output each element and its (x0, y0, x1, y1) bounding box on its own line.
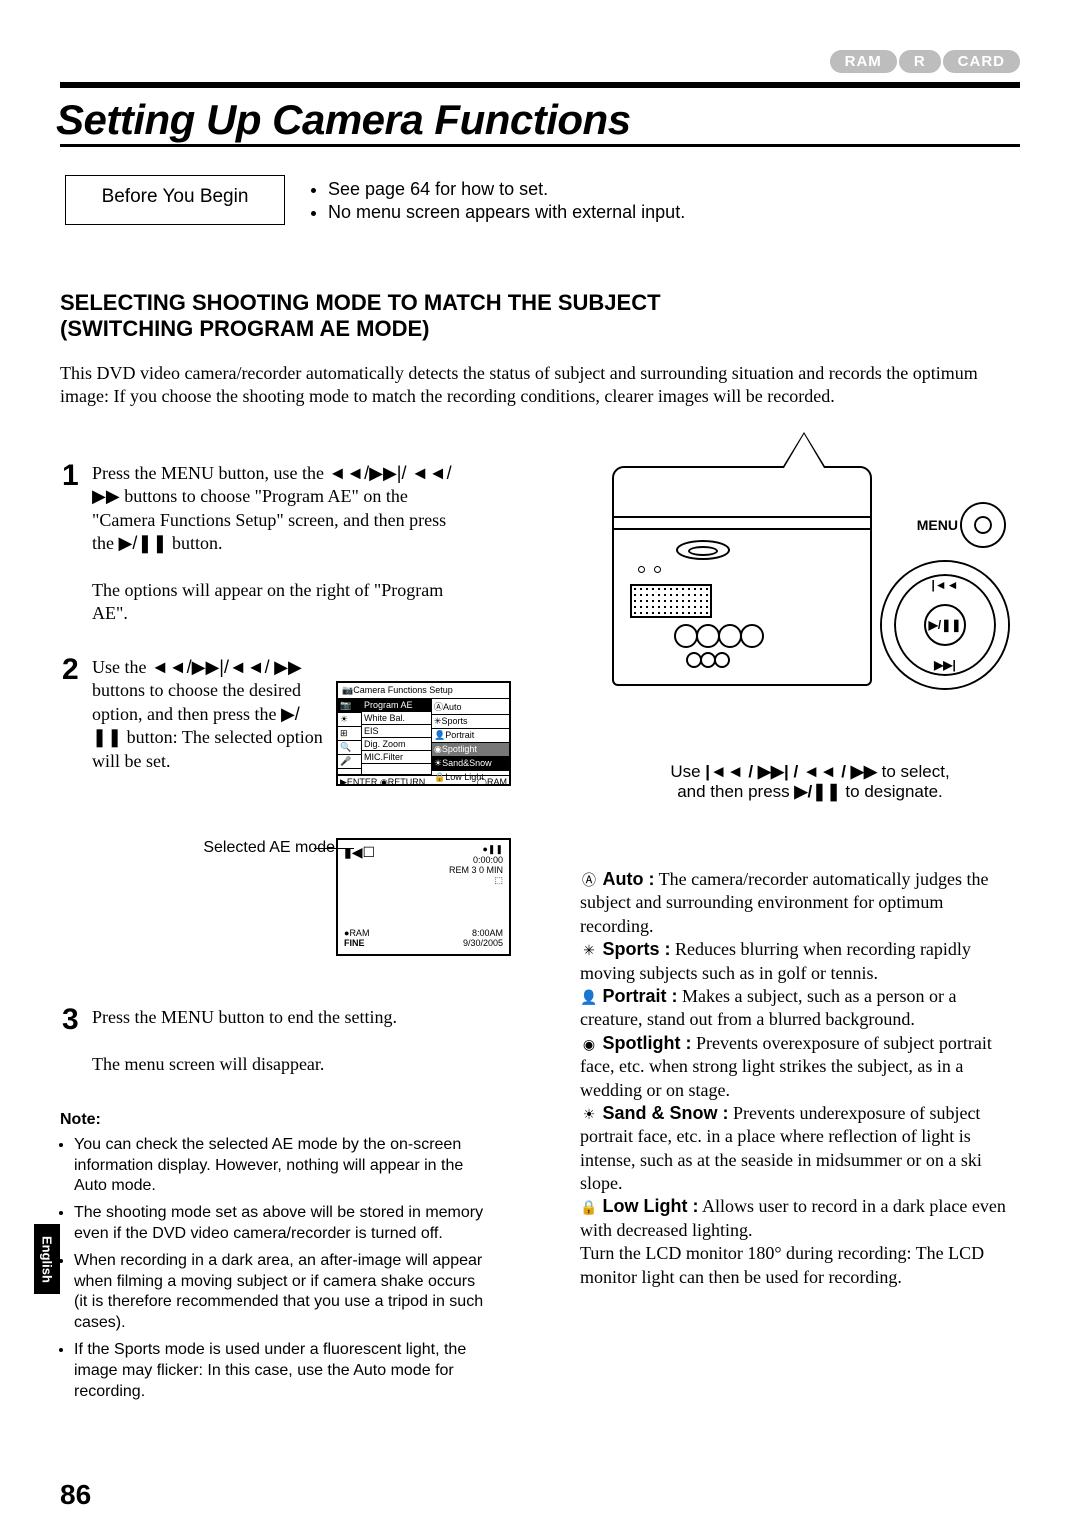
step-2: 2 Use the ◄◄/▶▶|/◄◄/ ▶▶ buttons to choos… (92, 656, 327, 773)
note-item: You can check the selected AE mode by th… (74, 1135, 490, 1197)
next-track-icon: ▶▶| (934, 658, 956, 672)
note-label: Note: (60, 1111, 101, 1128)
menu-button-label: MENU (917, 517, 958, 533)
language-tab: English (34, 1224, 60, 1294)
play-pause-symbol: ▶/❚❚ (119, 533, 168, 553)
osd-bottom-left: ●RAM FINE (344, 928, 369, 948)
step-number: 1 (62, 456, 79, 495)
menu-footer: ▶ENTER ◉RETURN ◯RAM (338, 775, 509, 786)
portrait-mode-name: Portrait : (603, 986, 678, 1006)
step3-p2: The menu screen will disappear. (92, 1054, 324, 1074)
step1-paragraph-2: The options will appear on the right of … (92, 580, 443, 623)
sports-mode-name: Sports : (603, 939, 671, 959)
sandsnow-mode-name: Sand & Snow : (603, 1103, 729, 1123)
intro-paragraph: This DVD video camera/recorder automatic… (60, 362, 1020, 409)
lens-circles (674, 624, 762, 648)
osd-top-right: ●❚❚ 0:00:00 REM 3 0 MIN ⬚ (449, 844, 503, 886)
section-heading: SELECTING SHOOTING MODE TO MATCH THE SUB… (60, 290, 661, 343)
lens-circles-small (686, 652, 728, 668)
page-number: 86 (60, 1479, 91, 1511)
before-bullet: No menu screen appears with external inp… (328, 201, 685, 224)
menu-main-column: Program AE White Bal. EIS Dig. Zoom MIC.… (362, 699, 432, 775)
rule-top (60, 82, 1020, 88)
page-title: Setting Up Camera Functions (56, 96, 631, 144)
step-1: 1 Press the MENU button, use the ◄◄/▶▶|/… (92, 462, 472, 626)
before-you-begin-list: See page 64 for how to set. No menu scre… (308, 178, 685, 225)
media-pill-r: R (899, 50, 941, 73)
step1-text-c: button. (168, 533, 223, 553)
osd-screen-mock: ▮◀☐ ●❚❚ 0:00:00 REM 3 0 MIN ⬚ ●RAM FINE … (336, 838, 511, 956)
note-item: When recording in a dark area, an after-… (74, 1251, 490, 1334)
step1-text-a: Press the MENU button, use the (92, 463, 328, 483)
menu-sub-column: ⒶAuto ✳Sports 👤Portrait ◉Spotlight ☀Sand… (432, 699, 509, 775)
note-item: The shooting mode set as above will be s… (74, 1203, 490, 1245)
media-pill-card: CARD (943, 50, 1020, 73)
manual-page: RAM R CARD Setting Up Camera Functions B… (0, 0, 1080, 1535)
menu-button-callout: MENU (917, 504, 1004, 546)
camera-diagram: MENU |◄◄ ▶/❚❚ ▶▶| (608, 466, 1008, 746)
media-strip: RAM R CARD (830, 50, 1020, 73)
menu-button-disc (962, 504, 1004, 546)
auto-mode-name: Auto : (603, 869, 655, 889)
lowlight-tail: Turn the LCD monitor 180° during recordi… (580, 1243, 984, 1286)
selected-ae-mode-label: Selected AE mode (135, 839, 335, 857)
step-3: 3 Press the MENU button to end the setti… (92, 1006, 472, 1076)
sandsnow-mode-icon: ☀ (580, 1105, 598, 1123)
menu-icon-column: 📷☀⊞🔍🎤 (338, 699, 362, 775)
media-pill-ram: RAM (830, 50, 897, 73)
before-you-begin-box: Before You Begin (65, 175, 285, 225)
nav-symbols: ◄◄/▶▶|/ (328, 463, 406, 483)
lowlight-mode-icon: 🔒 (580, 1198, 598, 1216)
prev-track-icon: |◄◄ (931, 578, 958, 592)
speaker-grille (630, 584, 712, 618)
menu-screen-mock: 📷Camera Functions Setup 📷☀⊞🔍🎤 Program AE… (336, 681, 511, 786)
pinhole (654, 566, 661, 573)
osd-bottom-right: 8:00AM 9/30/2005 (463, 928, 503, 948)
pinhole (638, 566, 645, 573)
heading-line-1: SELECTING SHOOTING MODE TO MATCH THE SUB… (60, 290, 661, 315)
diagram-caption: Use |◄◄ / ▶▶| / ◄◄ / ▶▶ to select, and t… (600, 762, 1020, 802)
step-number: 3 (62, 1000, 79, 1039)
osd-top-left-icons: ▮◀☐ (344, 844, 375, 861)
camera-ring-inner (688, 546, 718, 556)
step2-text-b: buttons to choose the desired option, an… (92, 680, 301, 723)
camera-body-outline (612, 466, 872, 686)
before-bullet: See page 64 for how to set. (328, 178, 685, 201)
spotlight-mode-name: Spotlight : (603, 1033, 692, 1053)
step-number: 2 (62, 650, 79, 689)
control-disc: |◄◄ ▶/❚❚ ▶▶| (882, 562, 1008, 688)
sports-mode-icon: ✳ (580, 941, 598, 959)
menu-screen-header: 📷Camera Functions Setup (338, 683, 509, 699)
note-block: Note: You can check the selected AE mode… (60, 1110, 490, 1408)
portrait-mode-icon: 👤 (580, 988, 598, 1006)
heading-line-2: (SWITCHING PROGRAM AE MODE) (60, 316, 430, 341)
step2-text-a: Use the (92, 657, 151, 677)
note-item: If the Sports mode is used under a fluor… (74, 1340, 490, 1402)
step3-p1: Press the MENU button to end the setting… (92, 1007, 397, 1027)
step2-text-c: button: The selected option will be set. (92, 727, 323, 770)
menu-grid: 📷☀⊞🔍🎤 Program AE White Bal. EIS Dig. Zoo… (338, 699, 509, 775)
modes-description: Ⓐ Auto : The camera/recorder automatical… (580, 868, 1020, 1289)
play-pause-button: ▶/❚❚ (924, 604, 966, 646)
lowlight-mode-name: Low Light : (603, 1196, 699, 1216)
nav-symbols: ◄◄/▶▶|/◄◄/ (151, 657, 270, 677)
nav-symbols: ▶▶ (274, 657, 302, 677)
spotlight-mode-icon: ◉ (580, 1035, 598, 1053)
rule-mid (60, 144, 1020, 147)
auto-mode-icon: Ⓐ (580, 871, 598, 889)
